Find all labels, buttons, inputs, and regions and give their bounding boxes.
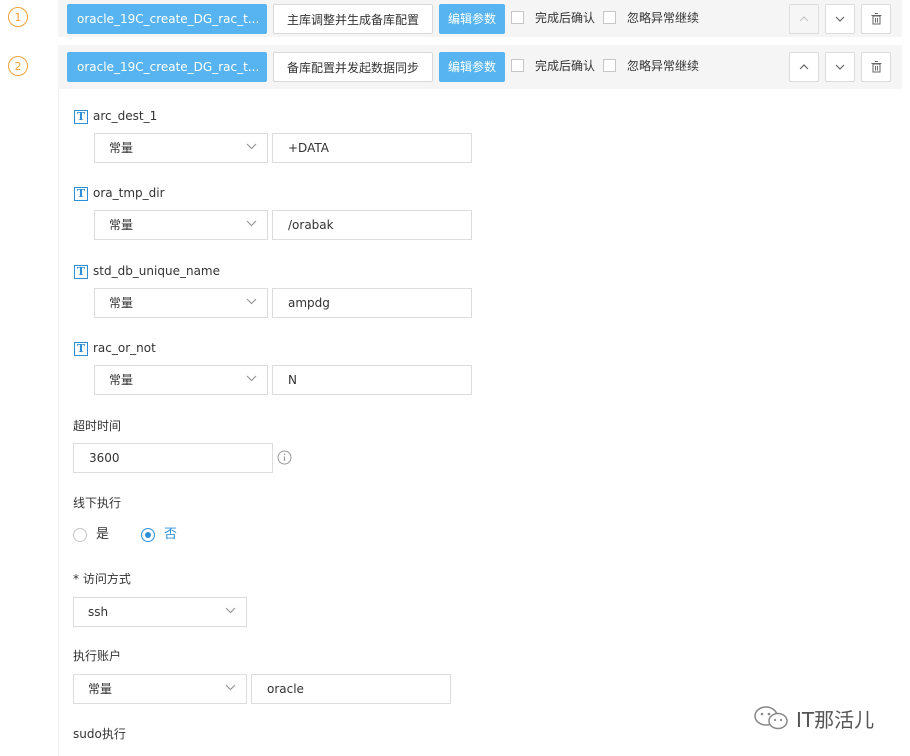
param-value-input[interactable]: N [272, 365, 472, 395]
chevron-down-icon [246, 298, 257, 305]
move-down-button[interactable] [825, 4, 855, 34]
sudo-label: sudo执行 [73, 727, 126, 741]
move-up-button[interactable] [789, 4, 819, 34]
move-up-button[interactable] [789, 52, 819, 82]
exec-account-label: 执行账户 [73, 649, 122, 663]
access-label: * 访问方式 [73, 571, 131, 587]
confirm-label: 完成后确认 [535, 59, 596, 73]
chevron-down-icon [246, 143, 257, 150]
text-param-icon: T [74, 110, 88, 124]
access-method-select[interactable]: ssh [73, 597, 247, 627]
ignore-error-label: 忽略异常继续 [627, 59, 700, 73]
delete-button[interactable] [861, 52, 891, 82]
step-title-button[interactable]: 主库调整并生成备库配置 [273, 4, 433, 34]
step-name-button[interactable]: oracle_19C_create_DG_rac_t... [67, 4, 267, 34]
wechat-logo [752, 704, 792, 735]
chevron-down-icon [835, 64, 845, 70]
ignore-error-checkbox[interactable] [603, 59, 616, 72]
param-value-input[interactable]: +DATA [272, 133, 472, 163]
step-row: oracle_19C_create_DG_rac_t... 备库配置并发起数据同… [58, 45, 902, 89]
trash-icon [871, 61, 881, 73]
chevron-up-icon [799, 64, 809, 70]
step-name-button[interactable]: oracle_19C_create_DG_rac_t... [67, 52, 267, 82]
panel-border [58, 89, 59, 756]
timeout-label: 超时时间 [73, 419, 122, 433]
param-name: std_db_unique_name [93, 264, 220, 278]
offline-no-radio[interactable] [141, 528, 155, 542]
step-row: oracle_19C_create_DG_rac_t... 主库调整并生成备库配… [58, 0, 902, 37]
offline-label: 线下执行 [73, 496, 122, 510]
step-number: 1 [8, 7, 28, 27]
param-type-select[interactable]: 常量 [94, 365, 268, 395]
param-type-value: 常量 [109, 373, 134, 387]
trash-icon [871, 13, 881, 25]
chevron-down-icon [225, 607, 236, 614]
chevron-up-icon [799, 16, 809, 22]
access-method-value: ssh [88, 605, 109, 619]
exec-account-type-select[interactable]: 常量 [73, 674, 247, 704]
param-value-input[interactable]: /orabak [272, 210, 472, 240]
param-type-select[interactable]: 常量 [94, 210, 268, 240]
edit-params-button[interactable]: 编辑参数 [439, 52, 505, 82]
delete-button[interactable] [861, 4, 891, 34]
text-param-icon: T [74, 265, 88, 279]
offline-yes-radio[interactable] [73, 528, 87, 542]
text-param-icon: T [74, 187, 88, 201]
confirm-label: 完成后确认 [535, 11, 596, 25]
param-name: rac_or_not [93, 341, 156, 355]
edit-params-button[interactable]: 编辑参数 [439, 4, 505, 34]
offline-yes-label: 是 [96, 527, 110, 542]
text-param-icon: T [74, 342, 88, 356]
step-number: 2 [8, 56, 28, 76]
param-type-value: 常量 [109, 218, 134, 232]
confirm-checkbox[interactable] [511, 11, 524, 24]
param-type-value: 常量 [109, 296, 134, 310]
ignore-error-label: 忽略异常继续 [627, 11, 700, 25]
chevron-down-icon [835, 16, 845, 22]
param-type-value: 常量 [109, 141, 134, 155]
exec-account-type-value: 常量 [88, 682, 113, 696]
chevron-down-icon [246, 220, 257, 227]
param-name: ora_tmp_dir [93, 186, 165, 200]
param-name: arc_dest_1 [93, 109, 158, 123]
move-down-button[interactable] [825, 52, 855, 82]
param-type-select[interactable]: 常量 [94, 288, 268, 318]
watermark-text: IT那活儿 [796, 708, 875, 732]
step-title-button[interactable]: 备库配置并发起数据同步 [273, 52, 433, 82]
required-mark: * [73, 572, 79, 586]
param-type-select[interactable]: 常量 [94, 133, 268, 163]
info-icon[interactable] [277, 450, 292, 465]
access-label-text: 访问方式 [82, 572, 131, 586]
ignore-error-checkbox[interactable] [603, 11, 616, 24]
param-value-input[interactable]: ampdg [272, 288, 472, 318]
confirm-checkbox[interactable] [511, 59, 524, 72]
exec-account-input[interactable]: oracle [251, 674, 451, 704]
chevron-down-icon [246, 375, 257, 382]
timeout-input[interactable]: 3600 [73, 443, 273, 473]
chevron-down-icon [225, 684, 236, 691]
offline-no-label: 否 [164, 527, 178, 542]
wechat-icon [754, 706, 788, 730]
